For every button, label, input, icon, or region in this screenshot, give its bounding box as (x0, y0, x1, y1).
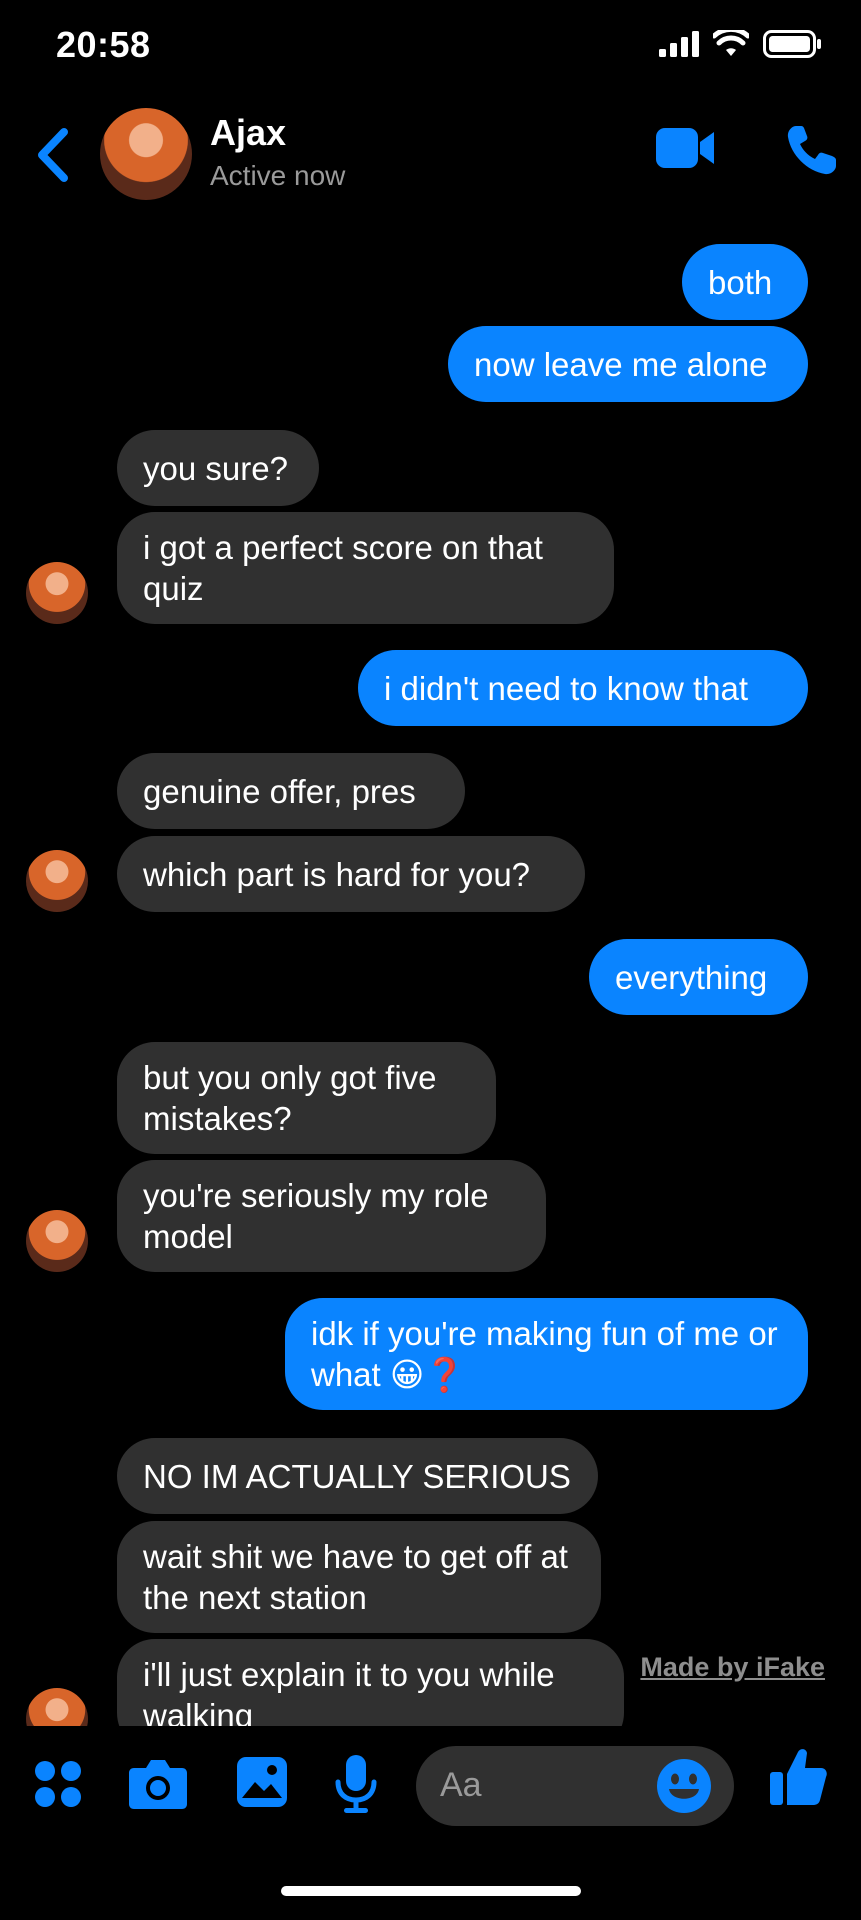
message-outgoing[interactable]: idk if you're making fun of me or what 😀… (285, 1298, 808, 1410)
home-indicator[interactable] (281, 1886, 581, 1896)
contact-name[interactable]: Ajax (210, 112, 286, 154)
message-list[interactable]: both now leave me alone you sure? i got … (0, 230, 861, 1726)
sender-avatar (26, 562, 88, 624)
sender-avatar (26, 850, 88, 912)
message-text: i'll just explain it to you while walkin… (143, 1656, 555, 1726)
message-text: genuine offer, pres (143, 772, 416, 810)
status-icons (659, 30, 821, 58)
photo-icon[interactable] (236, 1756, 288, 1808)
message-input[interactable]: Aa (416, 1746, 734, 1826)
wifi-icon (713, 30, 749, 56)
message-text: but you only got five mistakes? (143, 1059, 437, 1137)
watermark: Made by iFake (640, 1652, 825, 1682)
status-bar: 20:58 (0, 0, 861, 96)
phone-call-icon[interactable] (784, 122, 840, 178)
message-text: both (708, 263, 773, 301)
message-incoming[interactable]: which part is hard for you? (117, 836, 585, 912)
message-incoming[interactable]: but you only got five mistakes? (117, 1042, 496, 1154)
microphone-icon[interactable] (334, 1754, 378, 1814)
message-incoming[interactable]: wait shit we have to get off at the next… (117, 1521, 601, 1633)
message-text: you're seriously my role model (143, 1177, 489, 1255)
message-composer: Aa (0, 1740, 861, 1830)
status-time: 20:58 (56, 24, 151, 65)
back-chevron-icon[interactable] (28, 120, 76, 190)
message-text: idk if you're making fun of me or what 😀… (311, 1315, 778, 1393)
message-input-placeholder: Aa (440, 1766, 482, 1804)
message-outgoing[interactable]: i didn't need to know that (358, 650, 808, 726)
message-text: NO IM ACTUALLY SERIOUS (143, 1457, 571, 1495)
camera-icon[interactable] (128, 1758, 188, 1810)
message-incoming[interactable]: i got a perfect score on that quiz (117, 512, 614, 624)
message-incoming[interactable]: i'll just explain it to you while walkin… (117, 1639, 624, 1726)
message-text: which part is hard for you? (143, 855, 531, 893)
emoji-icon[interactable] (656, 1758, 712, 1814)
contact-status: Active now (210, 160, 346, 191)
message-text: wait shit we have to get off at the next… (143, 1538, 568, 1616)
sender-avatar (26, 1210, 88, 1272)
apps-icon[interactable] (34, 1760, 82, 1808)
message-outgoing[interactable]: both (682, 244, 808, 320)
message-outgoing[interactable]: now leave me alone (448, 326, 808, 402)
message-incoming[interactable]: NO IM ACTUALLY SERIOUS (117, 1438, 598, 1514)
message-text: now leave me alone (474, 345, 768, 383)
signal-icon (659, 31, 699, 57)
contact-avatar[interactable] (100, 108, 192, 200)
message-incoming[interactable]: you sure? (117, 430, 319, 506)
battery-icon (763, 30, 821, 58)
message-text: everything (615, 958, 768, 996)
message-outgoing[interactable]: everything (589, 939, 808, 1015)
message-text: i didn't need to know that (384, 669, 749, 707)
message-incoming[interactable]: genuine offer, pres (117, 753, 465, 829)
thumbs-up-icon[interactable] (768, 1746, 828, 1808)
sender-avatar (26, 1688, 88, 1726)
video-call-icon[interactable] (654, 126, 716, 170)
conversation-header: Ajax Active now (0, 100, 861, 210)
message-incoming[interactable]: you're seriously my role model (117, 1160, 546, 1272)
message-text: you sure? (143, 449, 288, 487)
message-text: i got a perfect score on that quiz (143, 529, 543, 607)
